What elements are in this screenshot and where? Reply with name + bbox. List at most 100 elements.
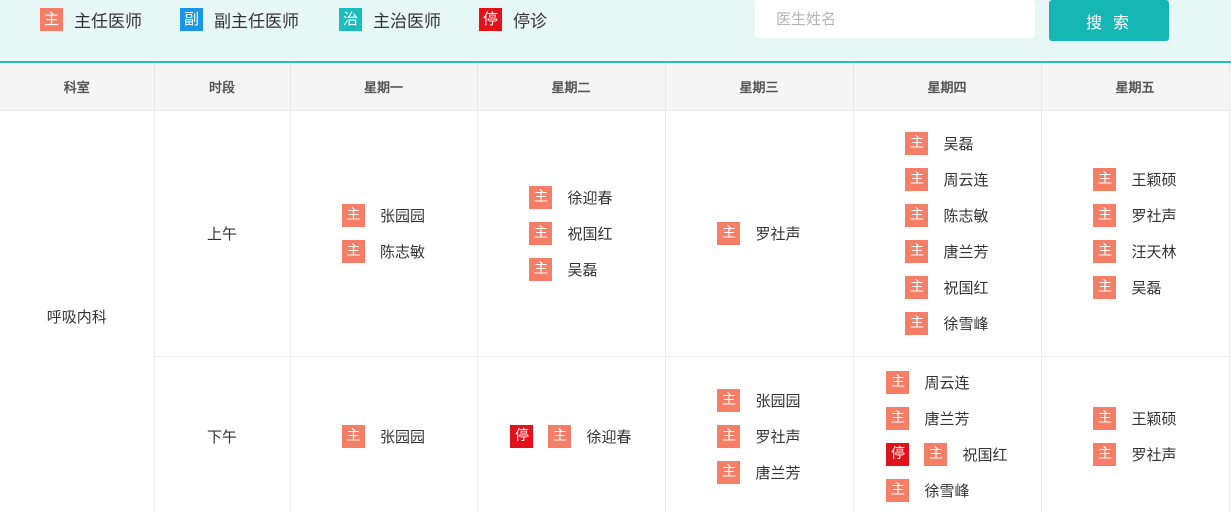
doctor-entry[interactable]: 主陈志敏	[341, 233, 425, 269]
doctor-entry[interactable]: 主唐兰芳	[905, 233, 989, 269]
legend-item-chief-physician: 主 主任医师	[40, 7, 142, 32]
table-header-row: 科室 时段 星期一 星期二 星期三 星期四 星期五	[0, 63, 1230, 111]
doctor-entry[interactable]: 主徐迎春	[529, 179, 613, 215]
legend-item-suspended: 停 停诊	[479, 7, 547, 32]
chief-physician-badge-icon: 主	[886, 370, 910, 394]
doctor-name: 祝国红	[962, 445, 1008, 464]
doctor-entry[interactable]: 主王颖硕	[1093, 161, 1177, 197]
doctor-name: 王颖硕	[1131, 409, 1177, 428]
chief-physician-badge-icon: 主	[905, 239, 929, 263]
doctor-name: 唐兰芳	[924, 409, 970, 428]
doctor-entry[interactable]: 主祝国红	[529, 215, 613, 251]
column-header-period: 时段	[154, 63, 291, 111]
tuesday-afternoon-cell: 停主徐迎春	[477, 356, 666, 512]
doctor-list: 主徐迎春主祝国红主吴磊	[529, 179, 613, 287]
suspended-badge-icon: 停	[479, 7, 502, 31]
doctor-list: 主王颖硕主罗社声主汪天林主吴磊	[1093, 161, 1177, 305]
doctor-entry[interactable]: 主罗社声	[1093, 197, 1177, 233]
chief-physician-badge-icon: 主	[886, 478, 910, 502]
attending-physician-badge-icon: 治	[339, 7, 362, 31]
chief-physician-badge-icon: 主	[717, 460, 741, 484]
doctor-entry[interactable]: 主唐兰芳	[717, 454, 801, 490]
doctor-entry[interactable]: 主周云连	[886, 364, 1007, 400]
chief-physician-badge-icon: 主	[529, 221, 553, 245]
chief-physician-badge-icon: 主	[1093, 239, 1117, 263]
suspended-badge-icon: 停	[886, 442, 910, 466]
period-cell: 下午	[154, 356, 291, 512]
doctor-entry[interactable]: 停主徐迎春	[510, 418, 632, 454]
tuesday-morning-cell: 主徐迎春主祝国红主吴磊	[477, 110, 666, 357]
doctor-entry[interactable]: 主汪天林	[1093, 233, 1177, 269]
doctor-name: 徐迎春	[586, 427, 632, 446]
doctor-name: 张园园	[755, 391, 801, 410]
chief-physician-badge-icon: 主	[905, 167, 929, 191]
doctor-entry[interactable]: 主吴磊	[905, 125, 988, 161]
thursday-morning-cell: 主吴磊主周云连主陈志敏主唐兰芳主祝国红主徐雪峰	[853, 110, 1042, 357]
doctor-entry[interactable]: 主罗社声	[717, 215, 801, 251]
monday-morning-cell: 主张园园主陈志敏	[290, 110, 478, 357]
table-row-morning: 呼吸内科 上午 主张园园主陈志敏 主徐迎春主祝国红主吴磊 主罗社声 主吴磊主周云…	[0, 110, 1230, 512]
doctor-entry[interactable]: 主唐兰芳	[886, 400, 1007, 436]
doctor-name: 周云连	[943, 170, 989, 189]
doctor-list: 主王颖硕主罗社声	[1093, 400, 1177, 472]
doctor-name: 祝国红	[943, 278, 989, 297]
doctor-name: 徐迎春	[567, 188, 613, 207]
column-header-department: 科室	[0, 63, 155, 111]
doctor-name: 王颖硕	[1131, 170, 1177, 189]
doctor-name: 陈志敏	[379, 242, 425, 261]
chief-physician-badge-icon: 主	[905, 311, 929, 335]
doctor-entry[interactable]: 主周云连	[905, 161, 989, 197]
column-header-wednesday: 星期三	[665, 63, 854, 111]
chief-physician-badge-icon: 主	[1093, 167, 1117, 191]
doctor-name: 罗社声	[1131, 206, 1177, 225]
chief-physician-badge-icon: 主	[905, 275, 929, 299]
chief-physician-badge-icon: 主	[341, 424, 365, 448]
doctor-entry[interactable]: 主陈志敏	[905, 197, 989, 233]
chief-physician-badge-icon: 主	[1093, 406, 1117, 430]
doctor-list: 主吴磊主周云连主陈志敏主唐兰芳主祝国红主徐雪峰	[905, 125, 989, 341]
doctor-list: 停主徐迎春	[510, 418, 632, 454]
chief-physician-badge-icon: 主	[1093, 203, 1117, 227]
chief-physician-badge-icon: 主	[717, 424, 741, 448]
chief-physician-badge-icon: 主	[529, 185, 553, 209]
chief-physician-badge-icon: 主	[1093, 442, 1117, 466]
doctor-list: 主罗社声	[717, 215, 801, 251]
doctor-entry[interactable]: 主张园园	[341, 418, 425, 454]
chief-physician-badge-icon: 主	[905, 131, 929, 155]
doctor-entry[interactable]: 主祝国红	[905, 269, 989, 305]
chief-physician-badge-icon: 主	[717, 388, 741, 412]
doctor-entry[interactable]: 主徐雪峰	[886, 472, 1007, 508]
doctor-schedule-table: 科室 时段 星期一 星期二 星期三 星期四 星期五 呼吸内科 上午 主张园园主陈…	[0, 63, 1230, 512]
legend-item-attending-physician: 治 主治医师	[339, 7, 441, 32]
doctor-entry[interactable]: 主张园园	[341, 197, 425, 233]
doctor-entry[interactable]: 主罗社声	[717, 418, 801, 454]
doctor-name: 罗社声	[755, 224, 801, 243]
thursday-afternoon-cell: 主周云连主唐兰芳停主祝国红主徐雪峰	[853, 356, 1042, 512]
doctor-entry[interactable]: 停主祝国红	[886, 436, 1008, 472]
column-header-tuesday: 星期二	[477, 63, 666, 111]
doctor-name-search-input[interactable]	[755, 0, 1035, 38]
search-button[interactable]: 搜 索	[1049, 0, 1169, 41]
doctor-entry[interactable]: 主王颖硕	[1093, 400, 1177, 436]
doctor-name: 张园园	[379, 206, 425, 225]
doctor-entry[interactable]: 主张园园	[717, 382, 801, 418]
doctor-name: 吴磊	[1131, 278, 1162, 297]
doctor-name: 徐雪峰	[924, 481, 970, 500]
doctor-name: 唐兰芳	[755, 463, 801, 482]
chief-physician-badge-icon: 主	[548, 424, 572, 448]
column-header-thursday: 星期四	[853, 63, 1042, 111]
chief-physician-badge-icon: 主	[905, 203, 929, 227]
doctor-entry[interactable]: 主罗社声	[1093, 436, 1177, 472]
doctor-name: 吴磊	[943, 134, 974, 153]
doctor-entry[interactable]: 主徐雪峰	[905, 305, 989, 341]
legend-label: 副主任医师	[214, 11, 299, 32]
legend-item-associate-chief-physician: 副 副主任医师	[180, 7, 299, 32]
doctor-list: 主周云连主唐兰芳停主祝国红主徐雪峰	[886, 364, 1008, 508]
friday-afternoon-cell: 主王颖硕主罗社声	[1041, 356, 1230, 512]
chief-physician-badge-icon: 主	[717, 221, 741, 245]
doctor-name: 陈志敏	[943, 206, 989, 225]
doctor-list: 主张园园主罗社声主唐兰芳	[717, 382, 801, 490]
doctor-name: 周云连	[924, 373, 970, 392]
doctor-entry[interactable]: 主吴磊	[529, 251, 612, 287]
doctor-entry[interactable]: 主吴磊	[1093, 269, 1176, 305]
